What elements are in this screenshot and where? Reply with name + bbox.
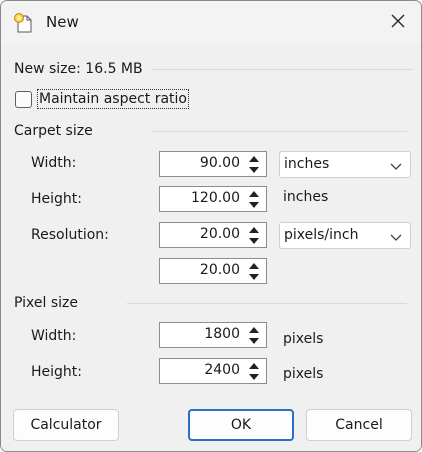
new-size-text: New size: 16.5 MB xyxy=(14,61,143,77)
pixel-height-value[interactable]: 2400 xyxy=(204,362,240,378)
carpet-width-label: Width: xyxy=(31,155,77,171)
carpet-size-heading: Carpet size xyxy=(14,123,93,139)
close-icon xyxy=(390,13,406,33)
spin-up-icon[interactable] xyxy=(244,153,264,164)
pixel-height-unit: pixels xyxy=(283,366,324,382)
carpet-width-unit: inches xyxy=(284,156,330,172)
close-button[interactable] xyxy=(375,1,421,45)
spin-down-icon[interactable] xyxy=(244,199,264,210)
carpet-height-label: Height: xyxy=(31,191,82,207)
separator xyxy=(151,131,407,132)
pixel-width-spinner[interactable]: 1800 xyxy=(159,322,267,348)
maintain-aspect-checkbox[interactable] xyxy=(15,91,32,108)
window-title: New xyxy=(46,13,79,31)
chevron-down-icon xyxy=(390,231,402,241)
carpet-height-value[interactable]: 120.00 xyxy=(191,190,240,206)
new-dialog: New New size: 16.5 MB Maintain aspect ra… xyxy=(0,0,422,452)
spin-up-icon[interactable] xyxy=(244,360,264,371)
carpet-width-unit-select[interactable]: inches xyxy=(279,151,411,178)
resolution-unit: pixels/inch xyxy=(284,227,359,243)
resolution-y-spinner[interactable]: 20.00 xyxy=(159,258,267,284)
new-document-icon xyxy=(13,12,35,34)
carpet-height-unit: inches xyxy=(283,189,329,205)
pixel-width-unit: pixels xyxy=(283,331,324,347)
spin-down-icon[interactable] xyxy=(244,335,264,346)
pixel-size-heading: Pixel size xyxy=(14,295,78,311)
calculator-button[interactable]: Calculator xyxy=(13,409,119,441)
spin-up-icon[interactable] xyxy=(244,324,264,335)
carpet-width-value[interactable]: 90.00 xyxy=(200,155,240,171)
pixel-width-value[interactable]: 1800 xyxy=(204,326,240,342)
pixel-height-label: Height: xyxy=(31,364,82,380)
dialog-body: New size: 16.5 MB Maintain aspect ratio … xyxy=(1,45,421,451)
spin-down-icon[interactable] xyxy=(244,371,264,382)
ok-button[interactable]: OK xyxy=(188,409,294,441)
separator xyxy=(151,69,413,70)
spin-down-icon[interactable] xyxy=(244,235,264,246)
cancel-button[interactable]: Cancel xyxy=(306,409,412,441)
title-bar[interactable]: New xyxy=(1,1,421,45)
resolution-y-value[interactable]: 20.00 xyxy=(200,262,240,278)
resolution-unit-select[interactable]: pixels/inch xyxy=(279,222,411,249)
chevron-down-icon xyxy=(390,160,402,170)
spin-up-icon[interactable] xyxy=(244,224,264,235)
carpet-width-spinner[interactable]: 90.00 xyxy=(159,151,267,177)
maintain-aspect-label[interactable]: Maintain aspect ratio xyxy=(37,89,189,109)
spin-down-icon[interactable] xyxy=(244,271,264,282)
carpet-height-spinner[interactable]: 120.00 xyxy=(159,186,267,212)
separator xyxy=(127,303,407,304)
spin-up-icon[interactable] xyxy=(244,260,264,271)
pixel-height-spinner[interactable]: 2400 xyxy=(159,358,267,384)
resolution-label: Resolution: xyxy=(31,227,109,243)
spin-down-icon[interactable] xyxy=(244,164,264,175)
resolution-x-value[interactable]: 20.00 xyxy=(200,226,240,242)
pixel-width-label: Width: xyxy=(31,328,77,344)
spin-up-icon[interactable] xyxy=(244,188,264,199)
resolution-x-spinner[interactable]: 20.00 xyxy=(159,222,267,248)
